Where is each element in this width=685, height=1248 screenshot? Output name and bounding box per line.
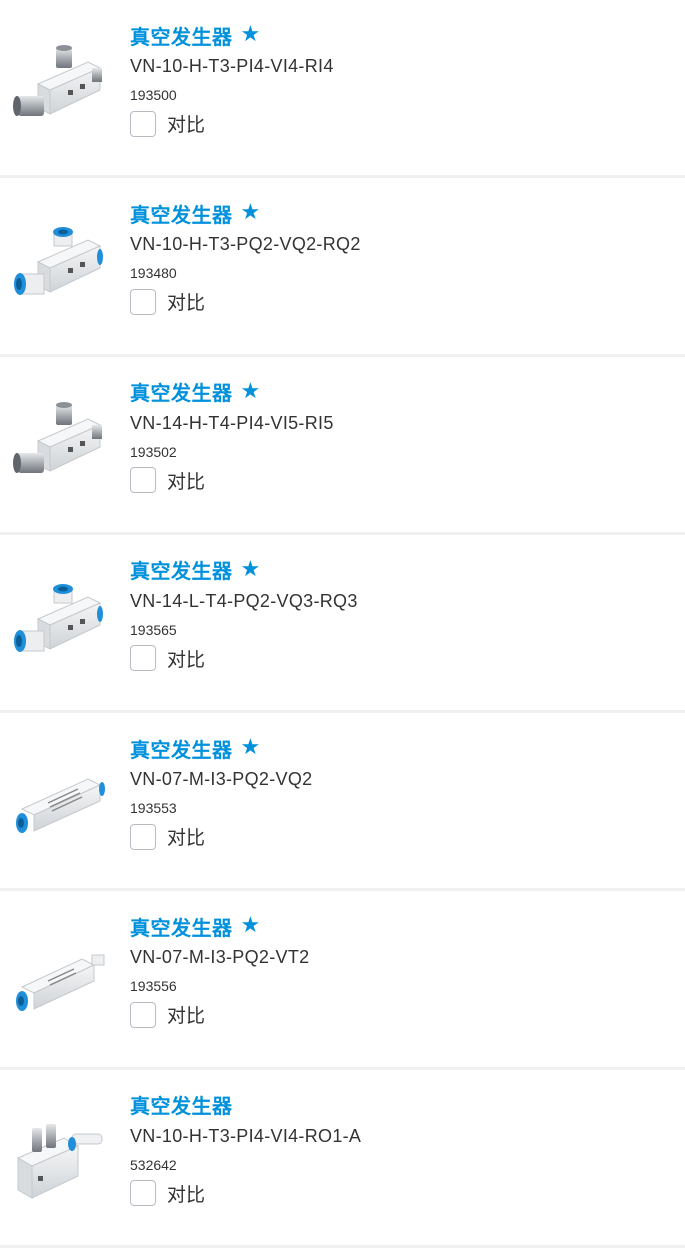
compare-checkbox[interactable] xyxy=(130,110,156,137)
title-row: 真空发生器 ★ xyxy=(130,20,334,50)
compare-label: 对比 xyxy=(167,1183,206,1206)
compare-label: 对比 xyxy=(167,648,206,671)
product-model: VN-07-M-I3-PQ2-VQ2 xyxy=(130,769,313,790)
product-model: VN-14-L-T4-PQ2-VQ3-RQ3 xyxy=(130,590,358,611)
inline-vacuum-generator-tube-icon[interactable] xyxy=(8,935,108,1025)
star-icon: ★ xyxy=(240,735,261,761)
product-list-item[interactable]: 真空发生器 ★ VN-07-M-I3-PQ2-VQ2 193553 对比 xyxy=(0,713,685,892)
product-list-item[interactable]: 真空发生器 ★ VN-07-M-I3-PQ2-VT2 193556 对比 xyxy=(0,891,685,1070)
compare-checkbox[interactable] xyxy=(130,1001,156,1028)
compare-label: 对比 xyxy=(167,114,206,136)
compare-toggle[interactable]: 对比 xyxy=(130,467,334,494)
star-icon: ★ xyxy=(240,22,261,47)
title-row: 真空发生器 ★ xyxy=(130,555,358,585)
title-row: 真空发生器 ★ xyxy=(130,911,309,941)
product-list-item[interactable]: 真空发生器 ★ VN-14-H-T4-PI4-VI5-RI5 193502 对比 xyxy=(0,356,685,535)
compare-toggle[interactable]: 对比 xyxy=(130,645,358,672)
product-title-link[interactable]: 真空发生器 xyxy=(130,734,233,763)
product-list: 真空发生器 ★ VN-10-H-T3-PI4-VI4-RI4 193500 对比 xyxy=(0,0,685,1248)
title-row: 真空发生器 ★ xyxy=(130,733,312,763)
product-title-link[interactable]: 真空发生器 xyxy=(130,377,233,406)
star-icon: ★ xyxy=(240,378,261,404)
compare-checkbox[interactable] xyxy=(130,467,156,494)
vacuum-generator-blue-push-in-icon[interactable] xyxy=(8,222,108,312)
star-icon: ★ xyxy=(240,556,261,582)
product-part-number: 532642 xyxy=(130,1156,177,1173)
product-part-number: 193480 xyxy=(130,265,177,282)
compare-toggle[interactable]: 对比 xyxy=(130,288,361,315)
inline-vacuum-generator-icon[interactable] xyxy=(8,757,108,847)
product-model: VN-10-H-T3-PI4-VI4-RO1-A xyxy=(130,1125,362,1146)
vacuum-generator-manifold-icon[interactable] xyxy=(8,1114,108,1204)
product-info: 真空发生器 ★ VN-14-L-T4-PQ2-VQ3-RQ3 193565 对比 xyxy=(130,555,358,672)
product-info: 真空发生器 ★ VN-14-H-T4-PI4-VI5-RI5 193502 对比 xyxy=(130,377,334,494)
product-info: 真空发生器 ★ VN-07-M-I3-PQ2-VQ2 193553 对比 xyxy=(130,733,312,850)
product-list-item[interactable]: 真空发生器 VN-10-H-T3-PI4-VI4-RO1-A 532642 对比 xyxy=(0,1069,685,1248)
product-info: 真空发生器 ★ VN-10-H-T3-PI4-VI4-RI4 193500 对比 xyxy=(130,20,334,137)
product-model: VN-10-H-T3-PI4-VI4-RI4 xyxy=(130,56,334,76)
product-model: VN-10-H-T3-PQ2-VQ2-RQ2 xyxy=(130,234,361,255)
product-info: 真空发生器 ★ VN-10-H-T3-PQ2-VQ2-RQ2 193480 对比 xyxy=(130,198,361,315)
vacuum-generator-metal-fitting-icon[interactable] xyxy=(8,44,108,134)
compare-toggle[interactable]: 对比 xyxy=(130,110,334,137)
product-title-link[interactable]: 真空发生器 xyxy=(130,1090,233,1119)
compare-label: 对比 xyxy=(167,470,206,493)
product-model: VN-14-H-T4-PI4-VI5-RI5 xyxy=(130,412,334,433)
star-icon: ★ xyxy=(240,913,261,939)
title-row: 真空发生器 ★ xyxy=(130,198,361,228)
product-part-number: 193565 xyxy=(130,621,177,638)
product-part-number: 193556 xyxy=(130,978,177,995)
compare-label: 对比 xyxy=(167,1005,206,1028)
compare-label: 对比 xyxy=(167,292,206,315)
compare-checkbox[interactable] xyxy=(130,645,156,672)
compare-toggle[interactable]: 对比 xyxy=(130,1001,309,1028)
compare-checkbox[interactable] xyxy=(130,1180,156,1207)
compare-toggle[interactable]: 对比 xyxy=(130,823,312,850)
product-list-item[interactable]: 真空发生器 ★ VN-14-L-T4-PQ2-VQ3-RQ3 193565 对比 xyxy=(0,534,685,714)
product-list-item[interactable]: 真空发生器 ★ VN-10-H-T3-PQ2-VQ2-RQ2 193480 对比 xyxy=(0,178,685,357)
product-part-number: 193502 xyxy=(130,443,177,460)
product-title-link[interactable]: 真空发生器 xyxy=(130,199,233,228)
product-info: 真空发生器 ★ VN-07-M-I3-PQ2-VT2 193556 对比 xyxy=(130,911,309,1028)
compare-checkbox[interactable] xyxy=(130,288,156,315)
compare-toggle[interactable]: 对比 xyxy=(130,1180,361,1207)
product-title-link[interactable]: 真空发生器 xyxy=(130,21,233,50)
product-part-number: 193553 xyxy=(130,800,177,817)
product-title-link[interactable]: 真空发生器 xyxy=(130,912,233,941)
compare-label: 对比 xyxy=(167,827,206,850)
title-row: 真空发生器 ★ xyxy=(130,377,334,407)
product-title-link[interactable]: 真空发生器 xyxy=(130,555,233,584)
compare-checkbox[interactable] xyxy=(130,823,156,850)
product-list-item[interactable]: 真空发生器 ★ VN-10-H-T3-PI4-VI4-RI4 193500 对比 xyxy=(0,0,685,179)
vacuum-generator-metal-fitting-icon[interactable] xyxy=(8,401,108,491)
vacuum-generator-blue-push-in-icon[interactable] xyxy=(8,579,108,669)
star-icon: ★ xyxy=(240,200,261,226)
title-row: 真空发生器 xyxy=(130,1090,361,1120)
product-model: VN-07-M-I3-PQ2-VT2 xyxy=(130,947,310,968)
product-info: 真空发生器 VN-10-H-T3-PI4-VI4-RO1-A 532642 对比 xyxy=(130,1090,361,1207)
product-part-number: 193500 xyxy=(130,87,177,103)
